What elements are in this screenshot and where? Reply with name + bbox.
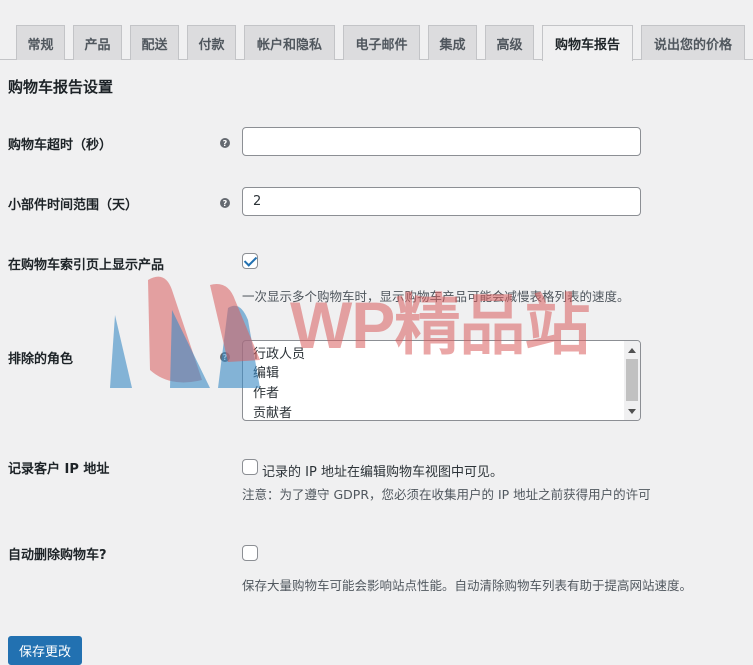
- scroll-down-icon[interactable]: [628, 409, 636, 414]
- help-icon[interactable]: ?: [220, 138, 230, 148]
- tab-cart-reports[interactable]: 购物车报告: [542, 25, 633, 61]
- scroll-thumb[interactable]: [626, 359, 638, 401]
- role-option[interactable]: 作者: [253, 382, 279, 401]
- log-ip-label: 记录客户 IP 地址: [8, 462, 110, 477]
- log-ip-description: 注意：为了遵守 GDPR，您必须在收集用户的 IP 地址之前获得用户的许可: [242, 487, 651, 502]
- widget-range-input[interactable]: [242, 187, 641, 216]
- role-option[interactable]: 行政人员: [253, 343, 305, 362]
- log-ip-checkbox[interactable]: [242, 459, 258, 475]
- auto-delete-description: 保存大量购物车可能会影响站点性能。自动清除购物车列表有助于提高网站速度。: [242, 578, 693, 593]
- role-option[interactable]: 贡献者: [253, 402, 292, 420]
- show-products-description: 一次显示多个购物车时，显示购物车产品可能会减慢表格列表的速度。: [242, 289, 630, 304]
- help-icon[interactable]: ?: [220, 352, 230, 362]
- excluded-roles-select[interactable]: 行政人员 编辑 作者 贡献者: [242, 340, 641, 421]
- show-products-checkbox[interactable]: [242, 253, 258, 269]
- widget-range-label: 小部件时间范围（天）: [8, 198, 139, 213]
- tab-name-your-price[interactable]: 说出您的价格: [641, 25, 745, 60]
- show-products-label: 在购物车索引页上显示产品: [8, 258, 165, 273]
- tab-advanced[interactable]: 高级: [485, 25, 534, 60]
- scroll-up-icon[interactable]: [628, 348, 636, 353]
- help-icon[interactable]: ?: [220, 198, 230, 208]
- auto-delete-label: 自动删除购物车?: [8, 548, 107, 563]
- log-ip-inline-label[interactable]: 记录的 IP 地址在编辑购物车视图中可见。: [262, 461, 503, 480]
- page-title: 购物车报告设置: [8, 78, 114, 96]
- tab-shipping[interactable]: 配送: [130, 25, 179, 60]
- settings-tabs: 常规 产品 配送 付款 帐户和隐私 电子邮件 集成 高级 购物车报告 说出您的价…: [0, 0, 753, 61]
- tab-general[interactable]: 常规: [16, 25, 65, 60]
- tab-emails[interactable]: 电子邮件: [343, 25, 420, 60]
- tab-products[interactable]: 产品: [73, 25, 122, 60]
- tab-accounts-privacy[interactable]: 帐户和隐私: [244, 25, 335, 60]
- save-button[interactable]: 保存更改: [8, 636, 82, 665]
- role-option[interactable]: 编辑: [253, 362, 279, 381]
- cart-timeout-input[interactable]: [242, 127, 641, 156]
- tab-integration[interactable]: 集成: [428, 25, 477, 60]
- listbox-scrollbar[interactable]: [624, 341, 640, 420]
- tab-payments[interactable]: 付款: [187, 25, 236, 60]
- cart-timeout-label: 购物车超时（秒）: [8, 138, 113, 153]
- auto-delete-checkbox[interactable]: [242, 545, 258, 561]
- excluded-roles-label: 排除的角色: [8, 352, 74, 367]
